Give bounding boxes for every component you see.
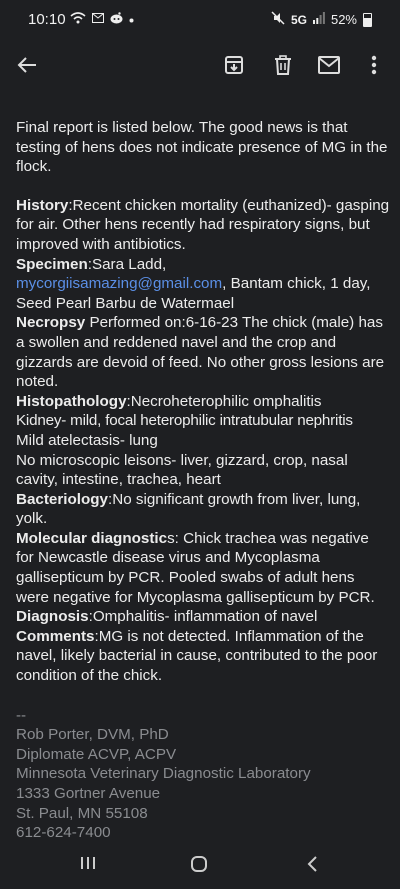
app-bar [0, 40, 400, 90]
histopathology-line-1: :Necroheterophilic omphalitis [126, 392, 322, 410]
signature-title: Diplomate ACVP, ACPV [16, 745, 177, 763]
specimen-text: :Sara Ladd, [87, 255, 167, 273]
bacteriology-label: Bacteriology [16, 490, 108, 508]
notification-icons [70, 12, 134, 27]
histopathology-line-3: Mild atelectasis- lung [16, 431, 158, 449]
signature-street: 1333 Gortner Avenue [16, 785, 161, 802]
comments-section: Comments:MG is not detected. Inflammatio… [16, 627, 390, 686]
signal-icon [312, 12, 325, 27]
status-bar: 10:10 5G 52% [0, 0, 400, 40]
signature-city: St. Paul, MN 55108 [16, 804, 148, 822]
battery-icon [363, 12, 372, 27]
dot-notification-icon [129, 14, 134, 26]
histopathology-label: Histopathology [16, 392, 127, 410]
histopathology-line-4: No microscopic leisons- liver, gizzard, … [16, 451, 348, 489]
message-body: Final report is listed below. The good n… [16, 118, 390, 843]
histopathology-line-2: Kidney- mild, focal heterophilic intratu… [16, 412, 353, 430]
molecular-label: Molecular diagnostic [16, 529, 168, 547]
intro-paragraph: Final report is listed below. The good n… [16, 119, 388, 176]
wifi-calling-icon [70, 12, 86, 27]
diagnosis-section: Diagnosis:Omphalitis- inflammation of na… [16, 607, 390, 627]
comments-label: Comments [16, 627, 95, 645]
signature-org: Minnesota Veterinary Diagnostic Laborato… [16, 765, 311, 783]
archive-icon[interactable] [221, 52, 247, 78]
back-arrow-icon[interactable] [14, 52, 40, 78]
diagnosis-text: :Omphalitis- inflammation of navel [88, 608, 318, 626]
reddit-notification-icon [110, 12, 123, 27]
navigation-bar [0, 841, 400, 889]
molecular-section: Molecular diagnostics: Chick trachea was… [16, 529, 390, 607]
history-text: :Recent chicken mortality (euthanized)- … [16, 196, 390, 253]
specimen-section: Specimen:Sara Ladd, mycorgiisamazing@gmai… [16, 255, 390, 314]
battery-percent: 52% [330, 12, 357, 27]
specimen-email-link[interactable]: mycorgiisamazing@gmail.com [16, 275, 222, 292]
signature-dashes: -- [16, 706, 27, 724]
signature-name: Rob Porter, DVM, PhD [16, 726, 169, 744]
delete-icon[interactable] [270, 52, 296, 78]
status-time: 10:10 [28, 11, 66, 28]
mail-notification-icon [92, 13, 104, 26]
signature: -- Rob Porter, DVM, PhD Diplomate ACVP, … [16, 706, 390, 843]
history-section: History:Recent chicken mortality (euthan… [16, 196, 390, 255]
signature-phone: 612-624-7400 [16, 824, 111, 842]
home-icon[interactable] [190, 855, 208, 873]
recent-apps-icon[interactable] [80, 855, 96, 871]
back-icon[interactable] [306, 855, 318, 873]
more-vert-icon[interactable] [361, 52, 387, 78]
bacteriology-section: Bacteriology:No significant growth from … [16, 490, 390, 529]
diagnosis-label: Diagnosis [16, 608, 89, 626]
histopathology-section: Histopathology:Necroheterophilic omphali… [16, 392, 390, 412]
network-label: 5G [290, 12, 307, 27]
mute-icon [271, 11, 285, 28]
specimen-label: Specimen [16, 255, 88, 273]
necropsy-label: Necropsy [16, 314, 86, 332]
status-right: 5G 52% [271, 11, 372, 28]
necropsy-section: Necropsy Performed on:6-16-23 The chick … [16, 313, 390, 391]
mail-icon[interactable] [316, 52, 342, 78]
history-label: History [16, 196, 69, 214]
